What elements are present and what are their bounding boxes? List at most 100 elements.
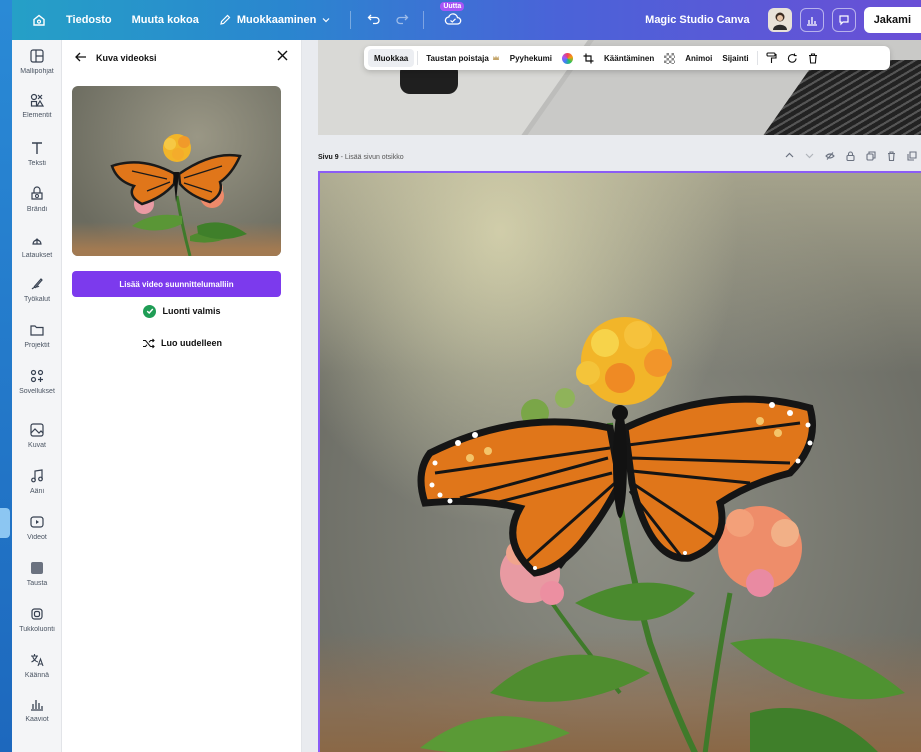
rail-item-template[interactable]: Mallipohjat [12,48,62,75]
check-circle-icon [143,304,157,318]
status-label: Luonti valmis [162,306,221,316]
rail-item-apps[interactable]: Sovellukset [12,368,62,395]
edit-image-button[interactable]: Muokkaa [368,49,415,67]
generation-status: Luonti valmis [62,302,302,320]
transparency-button[interactable] [659,49,680,67]
rotate-icon [787,53,797,63]
color-adjust-button[interactable] [557,49,578,67]
position-button[interactable]: Sijainti [717,49,753,67]
rail-item-brand[interactable]: Brändi [12,186,62,213]
rail-item-elements[interactable]: Elementit [12,92,62,119]
trash-icon[interactable] [887,151,896,161]
file-menu-label: Tiedosto [66,14,112,26]
rail-item-label: Kaaviot [25,716,49,723]
toolbar-divider [756,51,758,65]
resize-button[interactable]: Muuta kokoa [132,14,199,26]
undo-button[interactable] [367,12,381,28]
background-icon [31,562,43,574]
share-button[interactable]: Jakami [863,7,921,33]
rail-item-label: Lataukset [21,252,53,259]
page-number: Sivu 9 [318,154,339,161]
rail-item-label: Tukkoluonti [19,626,55,633]
page-actions [785,151,917,161]
rail-item-music[interactable]: Ääni [12,468,62,495]
editing-mode-dropdown[interactable]: Muokkaaminen [219,14,330,26]
rail-item-label: Projektit [24,342,50,349]
regenerate-button[interactable]: Luo uudelleen [62,334,302,352]
rail-item-label: Työkalut [23,296,51,303]
cloud-check-icon [445,12,462,25]
regenerate-label: Luo uudelleen [160,338,222,348]
rail-item-video[interactable]: Videot [12,514,62,541]
rail-item-translate[interactable]: Käännä [12,652,62,679]
animate-button[interactable]: Animoi [680,49,717,67]
rail-item-background[interactable]: Tausta [12,560,62,587]
resize-label: Muuta kokoa [131,14,199,26]
background-remover-button[interactable]: Taustan poistaja [421,49,505,67]
add-video-to-design-button[interactable]: Lisää video suunnittelumalliin [72,271,281,297]
page-title-placeholder: - Lisää sivun otsikko [338,154,404,161]
eraser-label: Pyyhekumi [509,53,553,63]
rail-item-chart[interactable]: Kaaviot [12,696,62,723]
hide-page-icon[interactable] [825,151,835,161]
butterfly-image [110,134,247,256]
magic-studio-link[interactable]: Magic Studio Canva [645,14,750,26]
delete-element-button[interactable] [803,49,823,67]
file-menu[interactable]: Tiedosto [66,14,112,26]
upload-icon [32,238,42,245]
rail-item-label: Ääni [29,488,44,495]
generated-video-thumbnail[interactable] [72,86,281,256]
back-arrow-icon[interactable] [75,50,87,65]
rail-item-bulk-create[interactable]: Tukkoluonti [12,606,62,633]
color-wheel-icon [562,52,574,64]
apps-icon [30,369,44,383]
animate-label: Animoi [685,53,713,63]
background-remover-label: Taustan poistaja [426,53,489,63]
page-title[interactable]: Sivu 9 - Lisää sivun otsikko [318,154,404,161]
lock-icon[interactable] [846,151,855,161]
chevron-down-icon[interactable] [805,151,814,160]
rail-item-folder[interactable]: Projektit [12,322,62,349]
add-page-icon[interactable] [907,151,917,161]
image-to-video-panel: Kuva videoksi Lisää video suunnittelumal… [62,40,348,752]
close-icon[interactable] [277,48,288,65]
rail-item-image[interactable]: Kuvat [12,422,62,449]
insights-button[interactable] [799,8,824,32]
butterfly-photo [417,317,905,752]
trash-icon [808,52,817,64]
rail-item-text[interactable]: Teksti [12,140,62,167]
eraser-button[interactable]: Pyyhekumi [505,49,557,67]
crop-button[interactable] [578,49,599,67]
save-status-button[interactable]: Uutta [440,1,465,29]
rotate-button[interactable] [782,49,803,67]
music-icon [31,469,43,483]
rail-item-label: Kuvat [28,442,46,449]
comment-icon [839,15,849,26]
avatar[interactable] [767,8,792,32]
home-button[interactable] [30,11,48,29]
rail-item-draw[interactable]: Työkalut [12,276,62,303]
brand-icon [31,186,43,200]
pencil-icon [220,14,231,25]
image-icon [30,423,44,437]
design-page[interactable] [318,171,921,752]
chevron-up-icon[interactable] [785,151,794,160]
rail-item-label: Teksti [28,160,46,167]
bulk-create-icon [31,608,43,620]
rail-item-upload[interactable]: Lataukset [12,232,62,259]
topbar-divider [423,11,425,29]
paint-format-button[interactable] [761,49,782,67]
flip-button[interactable]: Kääntäminen [599,49,659,67]
panel-title: Kuva videoksi [96,53,157,63]
flip-label: Kääntäminen [604,53,655,63]
crown-icon [492,55,499,60]
duplicate-icon[interactable] [866,151,876,161]
rail-item-label: Videot [27,534,47,541]
comments-button[interactable] [831,8,856,32]
shuffle-icon [142,338,155,348]
text-icon [32,142,42,154]
rail-item-label: Elementit [22,112,52,119]
redo-button[interactable] [395,12,409,28]
side-rail: Mallipohjat Elementit Teksti Brändi Lataukse… [12,40,62,752]
desktop-window-edge [0,508,10,538]
